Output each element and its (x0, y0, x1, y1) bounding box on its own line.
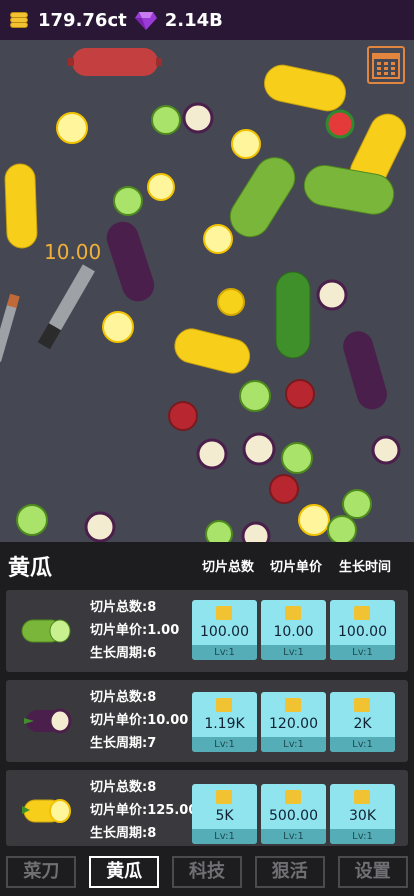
coin-icon (285, 790, 301, 804)
field-drawing (0, 48, 407, 542)
slice-price-stat: 切片单价:1.00 (90, 623, 180, 638)
upgrade-level: Lv:1 (330, 737, 395, 752)
bottom-nav: 菜刀 黄瓜 科技 狠活 设置 (0, 848, 414, 896)
upgrade-slice-count-button[interactable]: 100.00 Lv:1 (192, 600, 257, 660)
coin-icon (354, 790, 370, 804)
slice-count-stat: 切片总数:8 (90, 600, 157, 615)
upgrade-cost: 5K (215, 808, 234, 824)
crop-stats: 切片总数:8 切片单价:125.00 生长周期:8 (90, 776, 197, 845)
coin-stack-icon (10, 11, 30, 29)
resource-bar: 179.76ct 2.14B (0, 0, 414, 40)
upgrade-level: Lv:1 (261, 829, 326, 844)
upgrade-cost: 10.00 (273, 624, 314, 640)
upgrade-slice-count-button[interactable]: 1.19K Lv:1 (192, 692, 257, 752)
coin-icon (285, 698, 301, 712)
slice-value-popup: 10.00 (44, 240, 102, 264)
upgrade-cost: 500.00 (269, 808, 318, 824)
eggplant-icon (24, 708, 72, 734)
kitchen-knife (37, 264, 95, 350)
whole-yellow-zucchini[interactable] (261, 62, 349, 114)
tab-settings[interactable]: 设置 (337, 856, 408, 888)
cucumber-icon (21, 619, 71, 643)
tab-knife[interactable]: 菜刀 (6, 856, 77, 888)
upgrade-growth-time-button[interactable]: 100.00 Lv:1 (330, 600, 395, 660)
coin-icon (216, 606, 232, 620)
calendar-button[interactable] (367, 46, 405, 84)
upgrade-panel: 黄瓜 切片总数 切片单价 生长时间 切片总数:8 切片单价:1.00 生长周期:… (0, 542, 414, 848)
whole-yellow-zucchini[interactable] (171, 325, 253, 376)
upgrade-slice-price-button[interactable]: 120.00 Lv:1 (261, 692, 326, 752)
coin-icon (354, 606, 370, 620)
whole-yellow-zucchini[interactable] (4, 163, 38, 249)
upgrade-cost: 30K (349, 808, 376, 824)
upgrade-growth-time-button[interactable]: 2K Lv:1 (330, 692, 395, 752)
sausage[interactable] (68, 48, 162, 76)
upgrade-level: Lv:1 (192, 737, 257, 752)
kitchen-knife (0, 293, 20, 362)
coin-amount: 179.76ct (38, 9, 127, 31)
growth-cycle-stat: 生长周期:7 (90, 736, 157, 751)
gem-amount: 2.14B (164, 9, 223, 31)
upgrade-slice-count-button[interactable]: 5K Lv:1 (192, 784, 257, 844)
slice-count-stat: 切片总数:8 (90, 780, 157, 795)
upgrade-cost: 100.00 (338, 624, 387, 640)
calendar-icon (372, 53, 400, 79)
panel-title: 黄瓜 (8, 556, 53, 581)
panel-header: 黄瓜 切片总数 切片单价 生长时间 (0, 542, 414, 586)
tab-tricks[interactable]: 狠活 (254, 856, 325, 888)
slice-price-stat: 切片单价:10.00 (90, 713, 189, 728)
crop-stats: 切片总数:8 切片单价:1.00 生长周期:6 (90, 596, 179, 665)
coin-icon (216, 790, 232, 804)
upgrade-cost: 100.00 (200, 624, 249, 640)
whole-eggplant[interactable] (340, 328, 391, 413)
coin-icon (285, 606, 301, 620)
upgrade-cost: 2K (353, 716, 372, 732)
upgrade-level: Lv:1 (192, 645, 257, 660)
coin-icon (216, 698, 232, 712)
coin-icon (354, 698, 370, 712)
slice-price-stat: 切片单价:125.00 (90, 803, 198, 818)
column-header-slice-count: 切片总数 (202, 560, 255, 575)
upgrade-growth-time-button[interactable]: 30K Lv:1 (330, 784, 395, 844)
upgrade-slice-price-button[interactable]: 10.00 Lv:1 (261, 600, 326, 660)
upgrade-level: Lv:1 (192, 829, 257, 844)
tab-cucumber[interactable]: 黄瓜 (89, 856, 160, 888)
gem-icon (134, 12, 157, 30)
crop-card-eggplant: 切片总数:8 切片单价:10.00 生长周期:7 1.19K Lv:1 120.… (6, 680, 408, 762)
upgrade-cost: 1.19K (204, 716, 245, 732)
whole-cucumber[interactable] (275, 271, 311, 359)
column-header-slice-price: 切片单价 (270, 560, 323, 575)
slice-count-stat: 切片总数:8 (90, 690, 157, 705)
slicing-field[interactable]: 10.00 (0, 40, 414, 542)
upgrade-level: Lv:1 (330, 645, 395, 660)
growth-cycle-stat: 生长周期:8 (90, 826, 157, 841)
crop-card-yellow-zucchini: 切片总数:8 切片单价:125.00 生长周期:8 5K Lv:1 500.00… (6, 770, 408, 846)
upgrade-level: Lv:1 (261, 737, 326, 752)
whole-cucumber[interactable] (223, 150, 302, 244)
tab-tech[interactable]: 科技 (171, 856, 242, 888)
upgrade-slice-price-button[interactable]: 500.00 Lv:1 (261, 784, 326, 844)
yellow-zucchini-icon (22, 799, 71, 823)
whole-eggplant[interactable] (103, 218, 159, 306)
growth-cycle-stat: 生长周期:6 (90, 646, 157, 661)
column-header-growth-time: 生长时间 (339, 560, 392, 575)
upgrade-level: Lv:1 (261, 645, 326, 660)
upgrade-cost: 120.00 (269, 716, 318, 732)
crop-stats: 切片总数:8 切片单价:10.00 生长周期:7 (90, 686, 188, 755)
crop-card-cucumber: 切片总数:8 切片单价:1.00 生长周期:6 100.00 Lv:1 10.0… (6, 590, 408, 672)
upgrade-level: Lv:1 (330, 829, 395, 844)
